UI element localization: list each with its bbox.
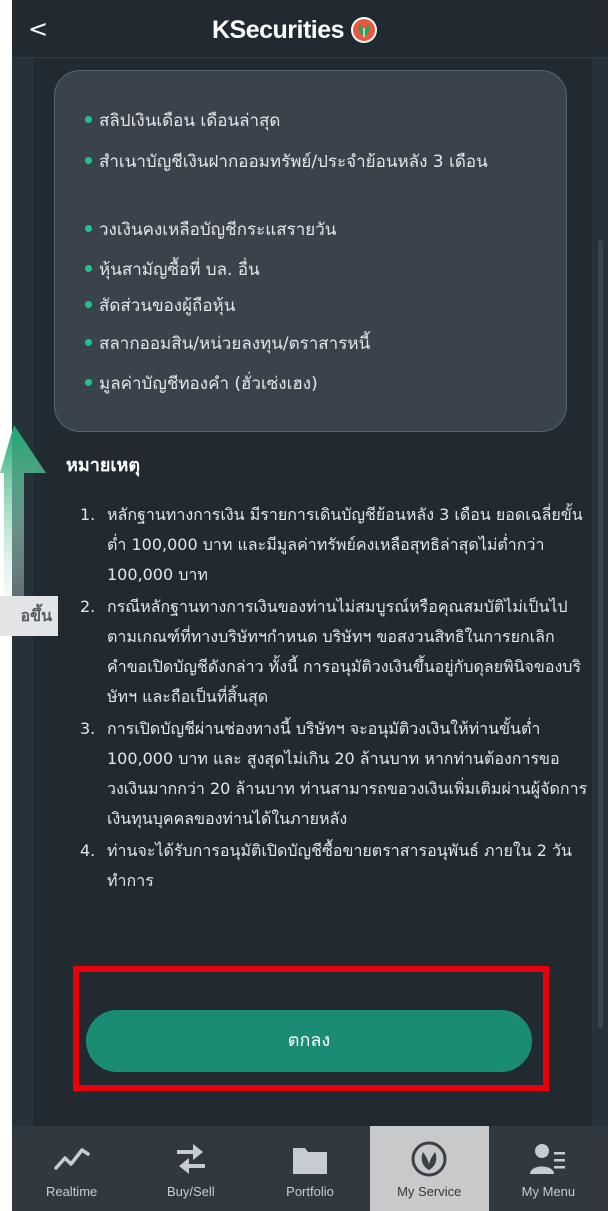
- scroll-up-arrow-icon: [0, 425, 46, 625]
- note-item: 3. การเปิดบัญชีผ่านช่องทางนี้ บริษัทฯ จะ…: [80, 714, 590, 834]
- document-item-label: สัดส่วนของผู้ถือหุ้น: [99, 296, 236, 316]
- document-item: สัดส่วนของผู้ถือหุ้น: [85, 293, 525, 319]
- tab-portfolio[interactable]: Portfolio: [250, 1126, 369, 1211]
- document-item-label: สลิปเงินเดือน เดือนล่าสุด: [99, 111, 281, 131]
- bullet-dot: [85, 338, 92, 346]
- top-bar: < KSecurities: [12, 0, 608, 58]
- document-item-label: วงเงินคงเหลือบัญชีกระแสรายวัน: [99, 220, 337, 240]
- document-item-label: หุ้นสามัญซื้อที่ บล. อื่น: [99, 260, 260, 280]
- note-number: 4.: [80, 841, 96, 860]
- note-text: ท่านจะได้รับการอนุมัติเปิดบัญชีซื้อขายตร…: [107, 841, 572, 890]
- document-item-label: มูลค่าบัญชีทองคำ (ฮั่วเซ่งเฮง): [99, 374, 318, 394]
- tab-label: Realtime: [45, 1184, 98, 1199]
- document-item: สลิปเงินเดือน เดือนล่าสุด: [85, 108, 525, 134]
- document-item: สำเนาบัญชีเงินฝากออมทรัพย์/ประจำย้อนหลัง…: [85, 149, 525, 175]
- document-item-label: สำเนาบัญชีเงินฝากออมทรัพย์/ประจำย้อนหลัง…: [99, 152, 488, 172]
- tab-label: My Service: [397, 1184, 462, 1199]
- scrollbar[interactable]: [598, 240, 603, 1028]
- brand-logo: KSecurities: [212, 12, 378, 48]
- note-text: หลักฐานทางการเงิน มีรายการเดินบัญชีย้อนห…: [107, 505, 583, 584]
- note-item: 2. กรณีหลักฐานทางการเงินของท่านไม่สมบูรณ…: [80, 592, 590, 712]
- brand-name: KSecurities: [212, 15, 345, 44]
- tab-label: Buy/Sell: [166, 1184, 215, 1199]
- portfolio-icon: [293, 1148, 327, 1174]
- notes-heading: หมายเหตุ: [66, 455, 141, 476]
- bullet-dot: [85, 156, 92, 164]
- bullet-dot: [85, 264, 92, 272]
- bullet-dot: [85, 224, 92, 232]
- bottom-tab-bar: Realtime Buy/Sell Portfolio My Service M…: [12, 1126, 608, 1211]
- notes-list: 1. หลักฐานทางการเงิน มีรายการเดินบัญชีย้…: [80, 500, 590, 898]
- note-item: 1. หลักฐานทางการเงิน มีรายการเดินบัญชีย้…: [80, 500, 590, 590]
- kasikorn-leaf-icon: [351, 17, 378, 43]
- tab-realtime[interactable]: Realtime: [12, 1126, 131, 1211]
- documents-card: สลิปเงินเดือน เดือนล่าสุด สำเนาบัญชีเงิน…: [54, 70, 567, 432]
- document-item: สลากออมสิน/หน่วยลงทุน/ตราสารหนี้: [85, 331, 525, 357]
- document-item-label: สลากออมสิน/หน่วยลงทุน/ตราสารหนี้: [99, 334, 371, 354]
- note-number: 3.: [80, 719, 96, 738]
- bullet-dot: [85, 115, 92, 123]
- back-button[interactable]: <: [28, 12, 58, 46]
- document-item: วงเงินคงเหลือบัญชีกระแสรายวัน: [85, 217, 525, 243]
- note-item: 4. ท่านจะได้รับการอนุมัติเปิดบัญชีซื้อขา…: [80, 836, 590, 896]
- overlay-hint-label: อขึ้น: [0, 596, 58, 636]
- my-service-icon: [411, 1141, 447, 1177]
- note-text: การเปิดบัญชีผ่านช่องทางนี้ บริษัทฯ จะอนุ…: [107, 719, 588, 828]
- bullet-dot: [85, 378, 92, 386]
- tab-label: My Menu: [521, 1184, 576, 1199]
- note-number: 1.: [80, 505, 96, 524]
- realtime-icon: [53, 1148, 90, 1170]
- document-item: หุ้นสามัญซื้อที่ บล. อื่น: [85, 257, 525, 283]
- tab-label: Portfolio: [286, 1184, 334, 1199]
- tab-buy-sell[interactable]: Buy/Sell: [131, 1126, 250, 1211]
- document-item: มูลค่าบัญชีทองคำ (ฮั่วเซ่งเฮง): [85, 371, 525, 397]
- tab-my-menu[interactable]: My Menu: [489, 1126, 608, 1211]
- buy-sell-icon: [176, 1144, 205, 1174]
- note-text: กรณีหลักฐานทางการเงินของท่านไม่สมบูรณ์หร…: [107, 597, 582, 706]
- tab-my-service[interactable]: My Service: [369, 1126, 489, 1211]
- bullet-dot: [85, 300, 92, 308]
- my-menu-icon: [530, 1144, 566, 1174]
- confirm-button[interactable]: ตกลง: [86, 1010, 532, 1072]
- app-screen: < KSecurities สลิปเงินเดือน เดือนล่าสุด …: [12, 0, 608, 1211]
- note-number: 2.: [80, 597, 96, 616]
